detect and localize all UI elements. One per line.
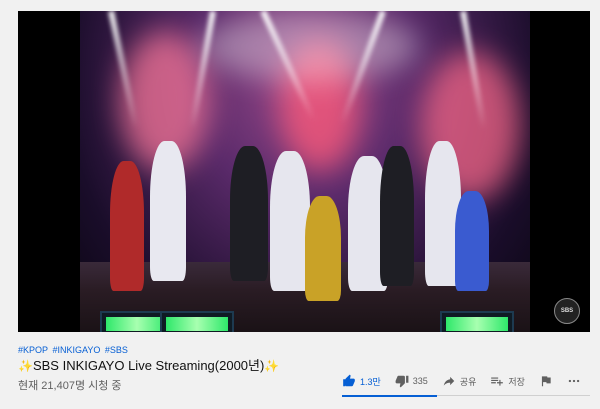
more-button[interactable] — [567, 374, 581, 388]
share-button[interactable]: 공유 — [442, 374, 477, 388]
channel-watermark[interactable]: SBS — [554, 298, 580, 324]
dancer — [305, 196, 341, 301]
dancer — [110, 161, 144, 291]
like-count: 1.3만 — [360, 376, 381, 387]
live-viewer-count: 현재 21,407명 시청 중 — [18, 380, 122, 392]
sparkle-icon: ✨ — [264, 359, 280, 373]
video-title: ✨SBS INKIGAYO Live Streaming(2000년)✨ — [18, 355, 279, 374]
hashtag-list: #KPOP #INKIGAYO #SBS — [18, 345, 130, 355]
sparkle-icon: ✨ — [18, 359, 33, 373]
video-player[interactable]: SBS — [18, 11, 590, 332]
stage-light — [440, 311, 514, 332]
stage-light — [160, 311, 234, 332]
dislike-count: 335 — [412, 376, 428, 386]
dancer — [270, 151, 310, 291]
more-icon — [568, 379, 580, 383]
video-title-text: SBS INKIGAYO Live Streaming(2000년) — [32, 358, 265, 373]
save-label: 저장 — [508, 376, 525, 387]
dislike-button[interactable]: 335 — [395, 374, 428, 388]
thumbs-down-icon — [395, 375, 409, 388]
like-button[interactable]: 1.3만 — [342, 374, 381, 388]
share-icon — [443, 376, 455, 386]
playlist-add-icon — [491, 377, 504, 386]
like-ratio-bar-track — [437, 395, 590, 396]
hashtag-link[interactable]: #SBS — [105, 345, 128, 355]
report-button[interactable] — [539, 374, 553, 388]
video-frame[interactable] — [80, 11, 530, 332]
smoke-effect — [200, 11, 420, 81]
save-button[interactable]: 저장 — [490, 374, 525, 388]
action-bar: 1.3만 335 공유 저장 — [342, 374, 595, 388]
like-ratio-bar-filled — [342, 395, 437, 397]
dancer — [380, 146, 414, 286]
share-label: 공유 — [459, 376, 477, 387]
flag-icon — [541, 376, 551, 387]
dancer — [455, 191, 489, 291]
dancer — [230, 146, 268, 281]
hashtag-link[interactable]: #INKIGAYO — [53, 345, 101, 355]
hashtag-link[interactable]: #KPOP — [18, 345, 48, 355]
thumbs-up-icon — [343, 374, 355, 387]
dancer — [150, 141, 186, 281]
